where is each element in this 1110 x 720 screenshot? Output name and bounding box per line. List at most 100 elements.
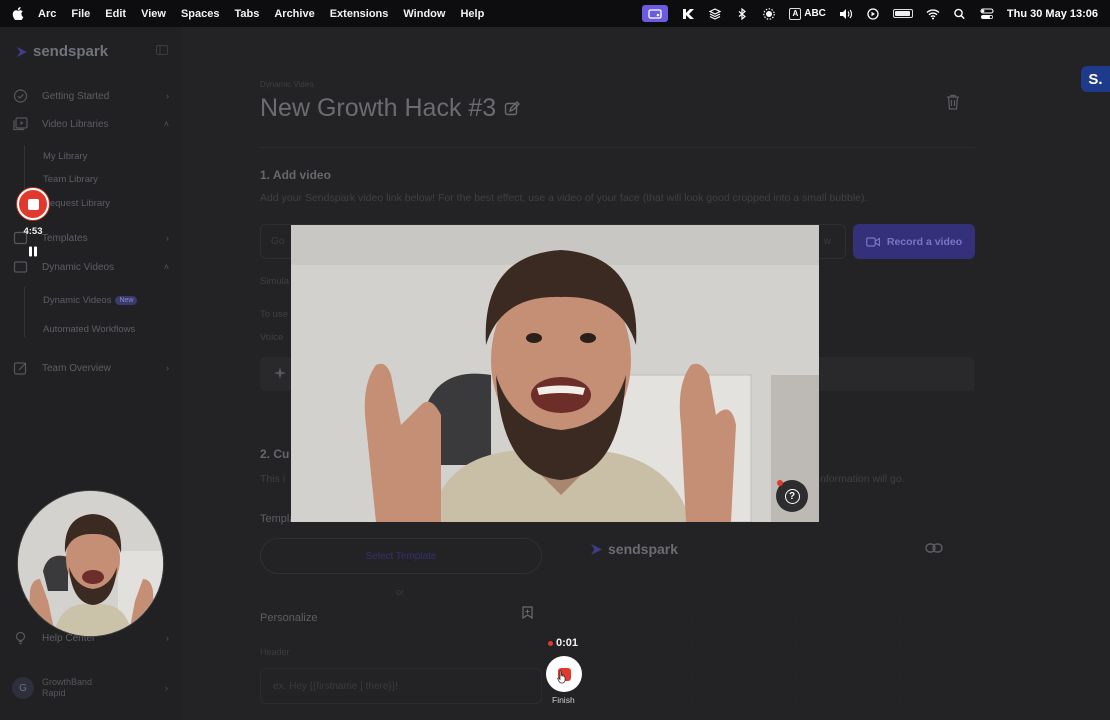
- menu-app-arc[interactable]: Arc: [38, 8, 56, 20]
- help-button[interactable]: ?: [776, 480, 808, 512]
- sidebar-item-label: Video Libraries: [42, 118, 109, 130]
- sparkle-icon: [274, 367, 286, 379]
- volume-icon[interactable]: [839, 8, 853, 20]
- webcam-bubble[interactable]: [17, 490, 164, 637]
- preview-brand: sendspark: [590, 541, 678, 557]
- sidebar-subitem-request-library[interactable]: Request Library: [43, 198, 110, 209]
- account-switcher[interactable]: G GrowthBand Rapid ›: [12, 677, 168, 699]
- layers-icon[interactable]: [708, 7, 722, 20]
- account-info: GrowthBand Rapid: [42, 677, 92, 699]
- collapse-sidebar-icon[interactable]: [156, 45, 168, 55]
- camera-feed-person-image: [291, 225, 819, 522]
- chevron-right-icon: ›: [166, 233, 169, 243]
- section-customize-description-start: This i: [260, 473, 286, 485]
- menu-spaces[interactable]: Spaces: [181, 8, 220, 20]
- stop-recording-button[interactable]: [17, 188, 49, 220]
- screen-record-status-icon[interactable]: [642, 5, 669, 22]
- menu-archive[interactable]: Archive: [274, 8, 314, 20]
- section-customize-title: 2. Cu: [260, 447, 290, 461]
- menu-file[interactable]: File: [71, 8, 90, 20]
- question-mark-icon: ?: [784, 488, 800, 504]
- bluetooth-icon[interactable]: [735, 7, 749, 20]
- page-title-text: New Growth Hack #3: [260, 94, 497, 122]
- apple-logo-icon[interactable]: [12, 7, 24, 20]
- control-center-icon[interactable]: [980, 7, 994, 20]
- chevron-right-icon: ›: [166, 633, 169, 643]
- chevron-right-icon: ›: [165, 683, 168, 693]
- menu-extensions[interactable]: Extensions: [330, 8, 389, 20]
- chevron-right-icon: ›: [166, 363, 169, 373]
- brightness-icon[interactable]: [762, 7, 776, 20]
- lightbulb-icon: [15, 631, 26, 645]
- camera-preview-video: [291, 225, 819, 522]
- header-input-placeholder: ex. Hey {{firstname | there}}!: [273, 681, 398, 692]
- bookmark-icon[interactable]: [522, 606, 533, 619]
- status-area: A ABC Thu 30 May 13:06: [642, 5, 1098, 22]
- sidebar-item-team-overview[interactable]: Team Overview ›: [13, 361, 169, 375]
- link-icon[interactable]: [925, 543, 943, 553]
- pause-icon[interactable]: [28, 246, 38, 257]
- record-video-label: Record a video: [886, 235, 963, 248]
- notification-dot: [777, 480, 783, 486]
- account-name: GrowthBand: [42, 677, 93, 687]
- section-add-video-description: Add your Sendspark video link below! For…: [260, 192, 868, 204]
- preview-background-pattern: [588, 595, 943, 720]
- sidebar-subitem-dynamic-videos[interactable]: Dynamic Videos New: [43, 295, 138, 306]
- sidebar-item-video-libraries[interactable]: Video Libraries ˄: [13, 117, 169, 131]
- hand-cursor-icon: [557, 670, 566, 684]
- sendspark-logo-icon: [17, 46, 27, 57]
- wifi-icon[interactable]: [926, 8, 940, 20]
- video-link-placeholder: Go: [271, 236, 285, 247]
- chevron-up-icon: ˄: [163, 262, 169, 272]
- account-plan: Rapid: [42, 688, 66, 698]
- sidebar-subitem-team-library[interactable]: Team Library: [43, 174, 98, 185]
- video-library-icon: [13, 117, 28, 131]
- webcam-bubble-person-image: [18, 491, 163, 636]
- select-template-label: Select Template: [365, 550, 437, 562]
- sidebar-item-getting-started[interactable]: Getting Started ›: [13, 89, 169, 103]
- sidebar-brand-name: sendspark: [33, 43, 109, 60]
- recording-dot-icon: [548, 640, 553, 646]
- video-camera-icon: [865, 236, 880, 247]
- recording-controls: 4:53: [14, 188, 52, 274]
- chevron-right-icon: ›: [166, 91, 169, 101]
- personalize-label: Personalize: [260, 612, 318, 624]
- menu-help[interactable]: Help: [460, 8, 484, 20]
- recording-elapsed-time: 4:53: [23, 226, 43, 237]
- menu-edit[interactable]: Edit: [105, 8, 126, 20]
- team-overview-icon: [13, 362, 27, 375]
- edit-title-icon[interactable]: [504, 100, 521, 117]
- k-app-icon[interactable]: [681, 8, 695, 20]
- sidebar-subitem-my-library[interactable]: My Library: [43, 151, 87, 162]
- battery-icon[interactable]: [892, 9, 913, 18]
- header-field-label: Header: [260, 647, 290, 657]
- check-circle-icon: [13, 89, 28, 103]
- select-template-button[interactable]: Select Template: [260, 538, 542, 574]
- input-source-indicator[interactable]: A ABC: [789, 7, 826, 20]
- sendspark-logo-icon: [591, 543, 602, 555]
- spotlight-search-icon[interactable]: [953, 8, 967, 20]
- sidebar-brand[interactable]: sendspark: [16, 43, 108, 60]
- record-video-button[interactable]: Record a video: [853, 224, 975, 259]
- trash-icon[interactable]: [946, 94, 960, 110]
- sidebar-item-label: Dynamic Videos: [42, 261, 115, 273]
- menu-view[interactable]: View: [141, 8, 166, 20]
- now-playing-icon[interactable]: [866, 7, 880, 20]
- section-add-video-title: 1. Add video: [260, 168, 331, 182]
- header-input[interactable]: ex. Hey {{firstname | there}}!: [260, 668, 542, 704]
- sendspark-extension-badge[interactable]: S.: [1081, 66, 1110, 92]
- menubar-clock[interactable]: Thu 30 May 13:06: [1007, 8, 1098, 20]
- divider: [260, 147, 975, 148]
- sidebar-item-label: Team Overview: [42, 362, 111, 374]
- menu-window[interactable]: Window: [403, 8, 445, 20]
- chevron-up-icon: ˄: [163, 119, 169, 129]
- menu-tabs[interactable]: Tabs: [234, 8, 259, 20]
- new-badge: New: [115, 295, 138, 305]
- finish-timer: 0:01: [548, 637, 578, 649]
- macos-menu-bar: Arc File Edit View Spaces Tabs Archive E…: [0, 0, 1110, 27]
- avatar: G: [12, 677, 34, 699]
- breadcrumb[interactable]: Dynamic Video: [260, 80, 314, 89]
- sidebar-item-label: Getting Started: [42, 90, 110, 102]
- preview-brand-name: sendspark: [608, 541, 679, 557]
- sidebar-subitem-automated-workflows[interactable]: Automated Workflows: [43, 324, 135, 335]
